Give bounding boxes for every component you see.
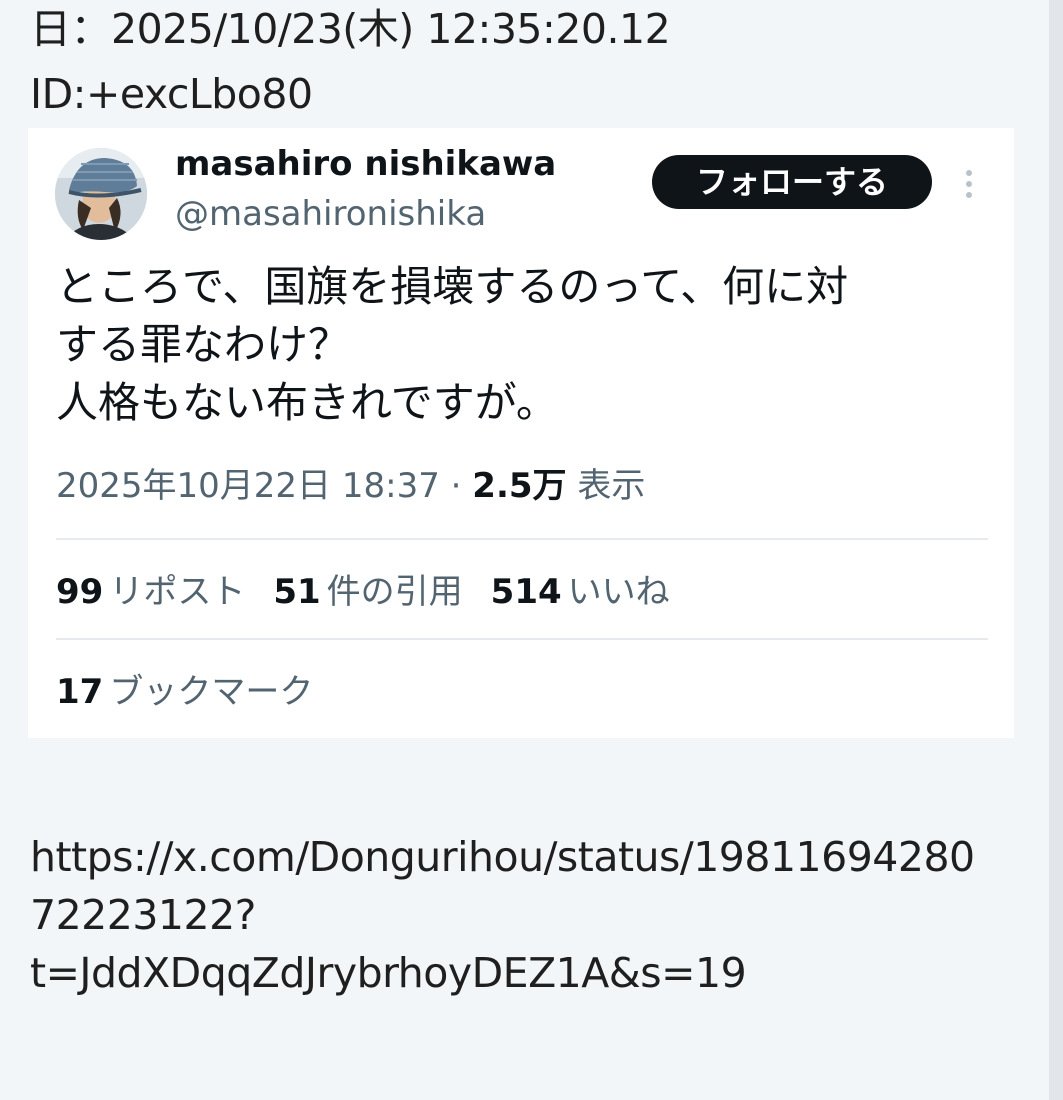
tweet-meta: 2025年10月22日 18:37 · 2.5万 表示 (56, 464, 645, 508)
meta-separator: · (439, 466, 473, 506)
quotes-label: 件の引用 (326, 572, 463, 612)
tweet-timestamp[interactable]: 2025年10月22日 18:37 (56, 466, 440, 506)
likes-label: いいね (567, 572, 670, 612)
post-header: 日：2025/10/23(木) 12:35:20.12 ID:+excLbo80 (30, 5, 671, 118)
divider (56, 638, 988, 640)
bookmarks-count: 17 (56, 672, 104, 712)
views-count: 2.5万 (472, 466, 567, 506)
quotes-count: 51 (273, 572, 321, 612)
more-options-icon[interactable] (958, 164, 980, 204)
post-id[interactable]: ID:+excLbo80 (30, 71, 670, 118)
post-date: 日：2025/10/23(木) 12:35:20.12 (30, 5, 671, 53)
author-handle[interactable]: @masahironishika (175, 194, 486, 234)
page-edge-shadow (1049, 0, 1063, 1100)
divider (56, 538, 988, 540)
engagement-stats: 99 リポスト 51 件の引用 514 いいね (56, 570, 698, 614)
tweet-text: ところで、国旗を損壊するのって、何に対 する罪なわけ？ 人格もない布きれですが。 (56, 262, 849, 427)
bookmarks-label: ブックマーク (109, 672, 314, 712)
link-line: t=JddXDqqZdJrybrhoyDEZ1A&s=19 (30, 949, 747, 997)
embedded-tweet-card[interactable]: masahiro nishikawa @masahironishika フォロー… (28, 128, 1014, 738)
reposts-label: リポスト (109, 572, 246, 612)
likes-stat[interactable]: 514 いいね (491, 570, 670, 614)
link-line: https://x.com/Dongurihou/status/19811694… (30, 833, 975, 881)
reposts-count: 99 (56, 572, 104, 612)
views-label: 表示 (566, 466, 646, 506)
quotes-stat[interactable]: 51 件の引用 (273, 570, 462, 614)
likes-count: 514 (490, 572, 562, 612)
follow-button[interactable]: フォローする (652, 155, 932, 209)
link-line: 72223122? (30, 891, 256, 939)
tweet-link[interactable]: https://x.com/Dongurihou/status/19811694… (30, 828, 1030, 1002)
reposts-stat[interactable]: 99 リポスト (56, 570, 245, 614)
author-name[interactable]: masahiro nishikawa (175, 144, 556, 184)
bookmarks-stat[interactable]: 17 ブックマーク (56, 670, 341, 714)
user-avatar-icon[interactable] (55, 148, 147, 240)
